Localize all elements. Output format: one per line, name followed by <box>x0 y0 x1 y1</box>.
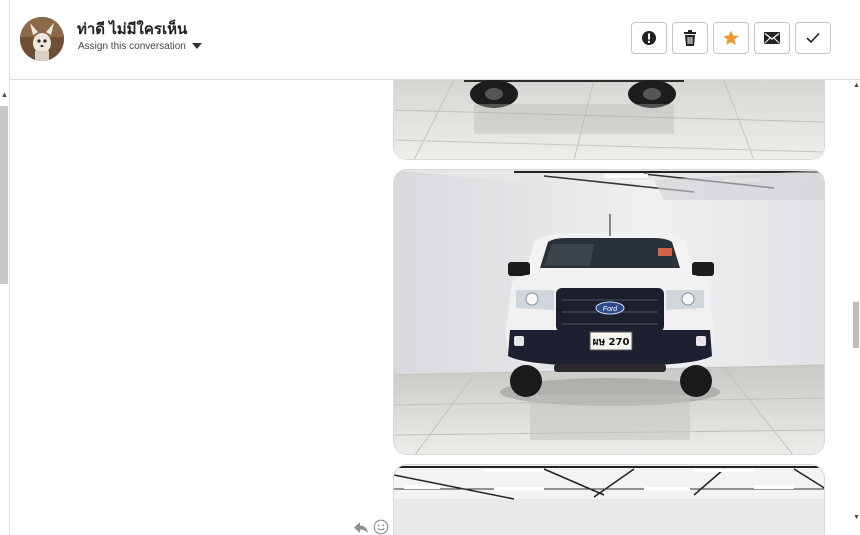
star-icon <box>723 30 739 45</box>
check-icon <box>806 32 820 44</box>
message-actions <box>353 519 389 535</box>
license-plate-text: ผษ 270 <box>593 337 630 348</box>
message-photo-1[interactable] <box>393 80 825 160</box>
alert-icon <box>642 31 656 45</box>
scroll-thumb[interactable] <box>853 302 859 348</box>
message-photo-3[interactable] <box>393 464 825 535</box>
assign-conversation-dropdown[interactable]: Assign this conversation <box>78 41 202 52</box>
reply-icon <box>354 522 368 533</box>
avatar[interactable] <box>20 17 64 61</box>
conversation-header: ท่าดี ไม่มีใครเห็น Assign this conversat… <box>10 0 860 80</box>
scroll-up-arrow[interactable]: ▲ <box>853 82 860 89</box>
scroll-up-arrow[interactable]: ▲ <box>0 90 9 100</box>
action-toolbar <box>631 22 836 54</box>
trash-icon <box>684 30 696 46</box>
star-button[interactable] <box>713 22 749 54</box>
caret-down-icon <box>191 43 202 50</box>
contact-name: ท่าดี ไม่มีใครเห็น <box>77 21 188 38</box>
delete-button[interactable] <box>672 22 708 54</box>
mark-done-button[interactable] <box>795 22 831 54</box>
thread-scrollbar[interactable]: ▲ ▼ <box>853 80 860 535</box>
smiley-icon <box>373 519 389 535</box>
reply-button[interactable] <box>353 519 369 535</box>
message-thread[interactable]: Ford ผษ 270 <box>10 80 853 535</box>
scroll-down-arrow[interactable]: ▼ <box>853 514 860 521</box>
mark-spam-button[interactable] <box>631 22 667 54</box>
react-button[interactable] <box>373 519 389 535</box>
mark-unread-button[interactable] <box>754 22 790 54</box>
message-photo-2[interactable]: Ford ผษ 270 <box>393 169 825 455</box>
scroll-thumb[interactable] <box>0 106 8 284</box>
envelope-icon <box>764 32 780 44</box>
assign-label: Assign this conversation <box>78 41 186 52</box>
grille-brand-text: Ford <box>603 306 619 313</box>
left-panel-scrollbar[interactable]: ▲ <box>0 0 10 535</box>
